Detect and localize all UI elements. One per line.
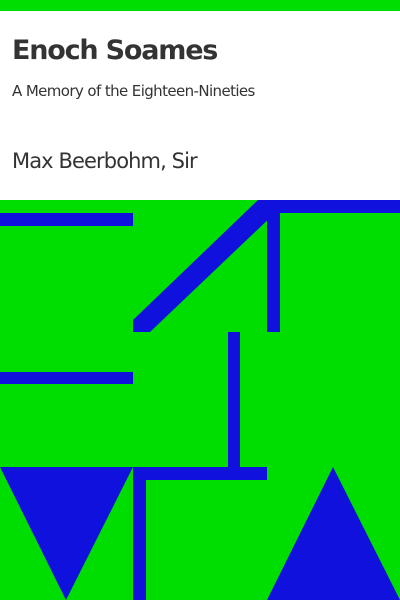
title-block: Enoch Soames A Memory of the Eighteen-Ni… <box>0 11 400 200</box>
vertical-bar-upper-right <box>267 200 280 332</box>
book-title: Enoch Soames <box>12 35 218 66</box>
top-color-band <box>0 0 400 11</box>
book-author: Max Beerbohm, Sir <box>12 149 198 173</box>
horizontal-bar-top-right <box>267 200 400 213</box>
horizontal-bar-middle-left <box>0 372 133 384</box>
vertical-bar-center <box>228 332 240 467</box>
horizontal-bar-lower-center <box>133 467 267 480</box>
horizontal-bar-top-left <box>0 213 133 226</box>
book-subtitle: A Memory of the Eighteen-Nineties <box>12 82 255 100</box>
vertical-bar-lower-center <box>133 467 146 600</box>
cover-artwork <box>0 200 400 600</box>
